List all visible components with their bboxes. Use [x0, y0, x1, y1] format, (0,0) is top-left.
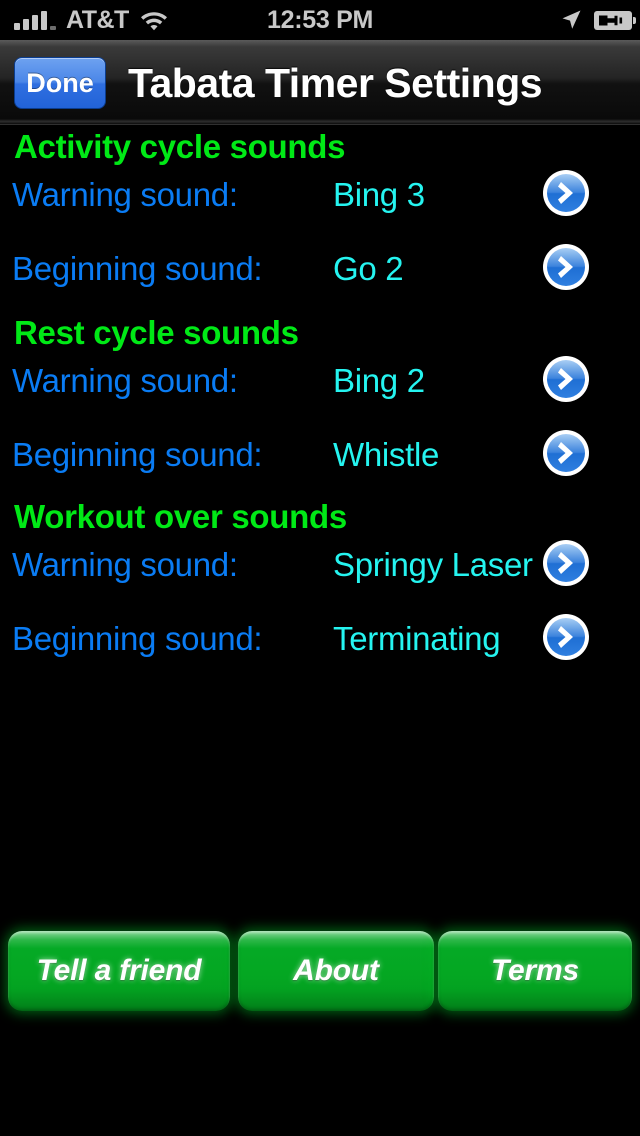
navigation-bar: Done Tabata Timer Settings	[0, 40, 640, 125]
row-label-rest-warning-sound[interactable]: Warning sound:	[12, 362, 238, 400]
disclosure-button-rest-beginning-sound[interactable]	[541, 428, 591, 478]
row-label-rest-beginning-sound[interactable]: Beginning sound:	[12, 436, 263, 474]
chevron-right-icon	[543, 430, 589, 476]
disclosure-button-workout-over-warning-sound[interactable]	[541, 538, 591, 588]
row-value-rest-warning-sound[interactable]: Bing 2	[333, 362, 425, 400]
section-header-activity-cycle-sounds: Activity cycle sounds	[14, 128, 346, 165]
chevron-right-icon	[543, 356, 589, 402]
row-value-activity-beginning-sound[interactable]: Go 2	[333, 250, 404, 288]
row-label-workout-over-warning-sound[interactable]: Warning sound:	[12, 546, 238, 584]
battery-charging-icon	[594, 10, 636, 30]
status-bar-clock: 12:53 PM	[267, 6, 373, 34]
page-title: Tabata Timer Settings	[128, 60, 543, 106]
app-screen: AT&T 12:53 PM Done Tabata Timer Settings…	[0, 0, 640, 1136]
row-value-workout-over-beginning-sound[interactable]: Terminating	[333, 620, 501, 658]
status-bar-right-group	[560, 0, 636, 40]
location-arrow-icon	[560, 9, 582, 31]
chevron-right-icon	[543, 244, 589, 290]
row-label-activity-warning-sound[interactable]: Warning sound:	[12, 176, 238, 214]
done-button[interactable]: Done	[14, 57, 106, 109]
row-value-activity-warning-sound[interactable]: Bing 3	[333, 176, 425, 214]
row-value-rest-beginning-sound[interactable]: Whistle	[333, 436, 439, 474]
row-label-workout-over-beginning-sound[interactable]: Beginning sound:	[12, 620, 263, 658]
chevron-right-icon	[543, 614, 589, 660]
row-label-activity-beginning-sound[interactable]: Beginning sound:	[12, 250, 263, 288]
tell-a-friend-button[interactable]: Tell a friend	[8, 931, 230, 1011]
section-header-workout-over-sounds: Workout over sounds	[14, 498, 347, 535]
disclosure-button-rest-warning-sound[interactable]	[541, 354, 591, 404]
status-bar: AT&T 12:53 PM	[0, 0, 640, 40]
row-value-workout-over-warning-sound[interactable]: Springy Laser	[333, 546, 533, 584]
chevron-right-icon	[543, 170, 589, 216]
disclosure-button-activity-beginning-sound[interactable]	[541, 242, 591, 292]
chevron-right-icon	[543, 540, 589, 586]
disclosure-button-workout-over-beginning-sound[interactable]	[541, 612, 591, 662]
disclosure-button-activity-warning-sound[interactable]	[541, 168, 591, 218]
section-header-rest-cycle-sounds: Rest cycle sounds	[14, 314, 299, 351]
terms-button[interactable]: Terms	[438, 931, 632, 1011]
bottom-button-bar: Tell a friend About Terms	[0, 931, 640, 1015]
about-button[interactable]: About	[238, 931, 434, 1011]
